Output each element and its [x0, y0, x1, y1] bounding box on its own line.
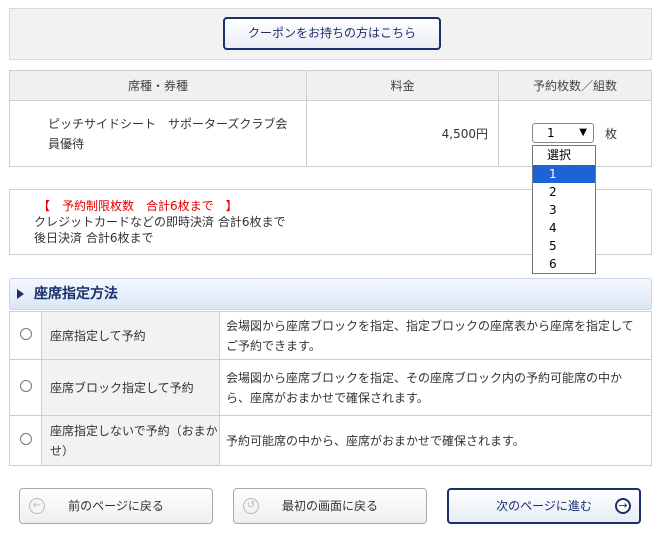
- back-button[interactable]: ← 前のページに戻る: [19, 488, 213, 524]
- method-name: 座席ブロック指定して予約: [41, 359, 220, 416]
- radio-button[interactable]: [19, 379, 32, 392]
- seat-method-option[interactable]: 座席ブロック指定して予約 会場図から座席ブロックを指定、その座席ブロック内の予約…: [9, 359, 652, 416]
- seat-type-name: ピッチサイドシート サポーターズクラブ会員優待: [48, 116, 288, 151]
- header-price: 料金: [306, 70, 499, 101]
- method-name: 座席指定して予約: [41, 311, 220, 360]
- first-page-button-label: 最初の画面に戻る: [281, 499, 378, 513]
- dropdown-option[interactable]: 4: [533, 219, 595, 237]
- ticket-table-header: 席種・券種 料金 予約枚数／組数: [9, 70, 652, 101]
- radio-cell[interactable]: [9, 415, 42, 466]
- coupon-button[interactable]: クーポンをお持ちの方はこちら: [223, 17, 441, 50]
- quantity-select-value: 1: [547, 126, 555, 140]
- first-page-button[interactable]: ↺ 最初の画面に戻る: [233, 488, 427, 524]
- chevron-down-icon: ▼: [579, 127, 587, 138]
- next-button[interactable]: 次のページに進む →: [447, 488, 641, 524]
- seat-method-option[interactable]: 座席指定しないで予約（おまかせ） 予約可能席の中から、座席がおまかせで確保されま…: [9, 415, 652, 466]
- radio-button[interactable]: [19, 432, 32, 445]
- method-description: 予約可能席の中から、座席がおまかせで確保されます。: [219, 415, 652, 466]
- dropdown-option-selected[interactable]: 1: [533, 165, 595, 183]
- radio-cell[interactable]: [9, 311, 42, 360]
- price-cell: 4,500円: [306, 100, 499, 167]
- arrow-left-icon: ←: [29, 498, 45, 514]
- coupon-area: クーポンをお持ちの方はこちら: [9, 8, 652, 60]
- next-button-label: 次のページに進む: [496, 499, 592, 513]
- arrow-right-icon: →: [615, 498, 631, 514]
- triangle-right-icon: [17, 289, 24, 299]
- radio-button[interactable]: [19, 327, 32, 340]
- method-description: 会場図から座席ブロックを指定、指定ブロックの座席表から座席を指定してご予約できま…: [219, 311, 652, 360]
- radio-cell[interactable]: [9, 359, 42, 416]
- header-quantity: 予約枚数／組数: [498, 70, 652, 101]
- dropdown-option[interactable]: 6: [533, 255, 595, 273]
- seat-method-option[interactable]: 座席指定して予約 会場図から座席ブロックを指定、指定ブロックの座席表から座席を指…: [9, 311, 652, 360]
- seat-type-cell: ピッチサイドシート サポーターズクラブ会員優待: [9, 100, 307, 167]
- dropdown-option[interactable]: 選択: [533, 146, 595, 165]
- method-name: 座席指定しないで予約（おまかせ）: [41, 415, 220, 466]
- quantity-select[interactable]: 1 ▼: [532, 123, 594, 143]
- dropdown-option[interactable]: 3: [533, 201, 595, 219]
- method-description: 会場図から座席ブロックを指定、その座席ブロック内の予約可能席の中から、座席がおま…: [219, 359, 652, 416]
- header-seat-type: 席種・券種: [9, 70, 307, 101]
- seat-method-table: 座席指定して予約 会場図から座席ブロックを指定、指定ブロックの座席表から座席を指…: [9, 311, 652, 466]
- section-title: 座席指定方法: [34, 286, 118, 302]
- back-button-label: 前のページに戻る: [68, 499, 164, 513]
- dropdown-option[interactable]: 2: [533, 183, 595, 201]
- seat-method-heading: 座席指定方法: [9, 278, 652, 310]
- quantity-unit: 枚: [605, 127, 618, 141]
- quantity-dropdown-list[interactable]: 選択 1 2 3 4 5 6: [532, 145, 596, 274]
- dropdown-option[interactable]: 5: [533, 237, 595, 255]
- return-icon: ↺: [243, 498, 259, 514]
